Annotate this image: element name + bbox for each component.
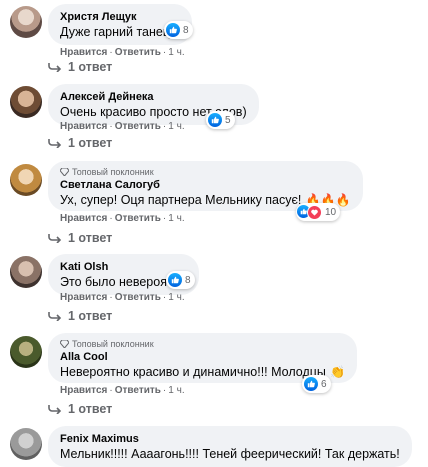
avatar[interactable]	[10, 164, 42, 196]
reply-button[interactable]: Ответить	[115, 292, 161, 303]
like-reaction-icon	[304, 377, 318, 391]
comment-time[interactable]: 1 ч.	[168, 385, 184, 396]
replies-count: 1 ответ	[68, 60, 113, 74]
replies-count: 1 ответ	[68, 136, 113, 150]
view-replies-link[interactable]: 1 ответ	[48, 309, 112, 323]
like-reaction-icon	[208, 113, 222, 127]
comment-time[interactable]: 1 ч.	[168, 213, 184, 224]
reaction-summary[interactable]: 8	[164, 21, 193, 39]
reaction-summary[interactable]: 8	[166, 271, 195, 289]
avatar[interactable]	[10, 6, 42, 38]
reaction-summary[interactable]: 6	[302, 375, 331, 393]
reply-arrow-icon	[48, 139, 62, 148]
like-button[interactable]: Нравится	[60, 47, 107, 58]
view-replies-link[interactable]: 1 ответ	[48, 231, 112, 245]
comment-actions: Нравится · Ответить · 1 ч.	[60, 292, 185, 303]
avatar[interactable]	[10, 86, 42, 118]
comment-time[interactable]: 1 ч.	[168, 47, 184, 58]
like-button[interactable]: Нравится	[60, 121, 107, 132]
view-replies-link[interactable]: 1 ответ	[48, 136, 112, 150]
top-fan-badge[interactable]: Топовый поклонник	[60, 166, 351, 178]
avatar[interactable]	[10, 428, 42, 460]
comment-author[interactable]: Алексей Дейнека	[60, 90, 247, 104]
reply-button[interactable]: Ответить	[115, 385, 161, 396]
comment-bubble: Fenix Maximus Мельник!!!!! Аааагонь!!!! …	[48, 426, 412, 467]
diamond-icon	[60, 340, 69, 348]
like-button[interactable]: Нравится	[60, 385, 107, 396]
view-replies-link[interactable]: 1 ответ	[48, 402, 112, 416]
love-reaction-icon	[307, 204, 322, 220]
comment-actions: Нравится · Ответить · 1 ч.	[60, 121, 185, 132]
top-fan-badge[interactable]: Топовый поклонник	[60, 338, 345, 350]
comment-time[interactable]: 1 ч.	[168, 121, 184, 132]
reaction-count: 6	[321, 378, 327, 390]
comment-actions: Нравится · Ответить · 1 ч.	[60, 385, 185, 396]
diamond-icon	[60, 168, 69, 176]
reply-arrow-icon	[48, 63, 62, 72]
like-reaction-icon	[166, 23, 180, 37]
reply-button[interactable]: Ответить	[115, 47, 161, 58]
comment-time[interactable]: 1 ч.	[168, 292, 184, 303]
clap-emoji: 👏	[330, 365, 346, 379]
comment-author[interactable]: Fenix Maximus	[60, 432, 400, 446]
reaction-summary[interactable]: 5	[206, 111, 235, 129]
reply-arrow-icon	[48, 405, 62, 414]
reaction-summary[interactable]: 10	[296, 203, 341, 221]
reaction-icons	[297, 204, 322, 220]
reaction-count: 5	[225, 114, 231, 126]
like-button[interactable]: Нравится	[60, 213, 107, 224]
avatar[interactable]	[10, 256, 42, 288]
avatar[interactable]	[10, 336, 42, 368]
comment-author[interactable]: Kati Olsh	[60, 260, 187, 274]
comment-actions: Нравится · Ответить · 1 ч.	[60, 47, 185, 58]
view-replies-link[interactable]: 1 ответ	[48, 60, 112, 74]
replies-count: 1 ответ	[68, 231, 113, 245]
reply-button[interactable]: Ответить	[115, 213, 161, 224]
comment-actions: Нравится · Ответить · 1 ч.	[60, 213, 185, 224]
reply-arrow-icon	[48, 312, 62, 321]
reaction-count: 10	[325, 206, 337, 218]
replies-count: 1 ответ	[68, 309, 113, 323]
comment-author[interactable]: Светлана Салогуб	[60, 178, 351, 192]
like-reaction-icon	[168, 273, 182, 287]
reaction-count: 8	[185, 274, 191, 286]
reply-button[interactable]: Ответить	[115, 121, 161, 132]
comment-author[interactable]: Христя Лещук	[60, 10, 180, 24]
comment-text: Дуже гарний танець!	[60, 25, 180, 39]
replies-count: 1 ответ	[68, 402, 113, 416]
comment-author[interactable]: Alla Cool	[60, 350, 345, 364]
reply-arrow-icon	[48, 234, 62, 243]
like-button[interactable]: Нравится	[60, 292, 107, 303]
reaction-count: 8	[183, 24, 189, 36]
comment-text: Мельник!!!!! Аааагонь!!!! Теней фееричес…	[60, 447, 400, 461]
